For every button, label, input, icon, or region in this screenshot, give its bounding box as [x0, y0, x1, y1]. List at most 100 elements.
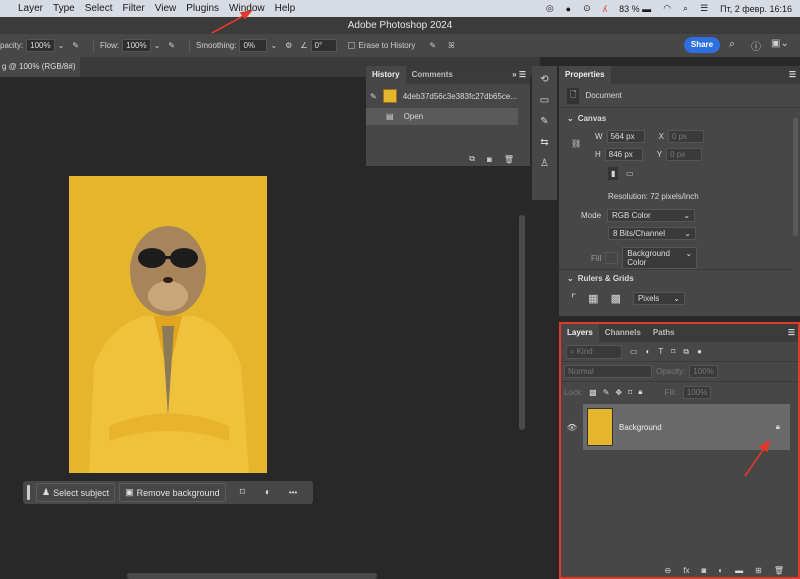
gear-icon[interactable]: ⚙ [285, 41, 292, 50]
filter-toggle[interactable]: ● [697, 347, 702, 356]
horizontal-scrollbar[interactable] [127, 573, 377, 579]
fill-swatch[interactable] [605, 252, 619, 264]
rulers-section-header[interactable]: ⌄ Rulers & Grids [567, 274, 634, 283]
erase-to-history-checkbox[interactable] [347, 42, 355, 49]
menu-type[interactable]: Type [53, 3, 75, 14]
wifi-icon[interactable]: ◠ [663, 3, 671, 14]
menu-help[interactable]: Help [275, 3, 296, 14]
y-field[interactable]: 0 px [666, 148, 703, 161]
comments-panel-icon[interactable]: ▭ [540, 95, 549, 106]
height-field[interactable]: 846 px [604, 148, 643, 161]
adjustment-icon[interactable]: ◐ [265, 487, 271, 498]
canvas-section-header[interactable]: ⌄ Canvas [559, 108, 800, 129]
lock-pixels-icon[interactable]: ✎ [603, 388, 610, 397]
remove-background-button[interactable]: ▣ Remove background [119, 483, 226, 502]
control-center-icon[interactable]: ☰ [700, 3, 708, 14]
canvas-image[interactable] [69, 176, 267, 473]
search-icon[interactable]: ⌕ [683, 3, 688, 14]
width-field[interactable]: 564 px [606, 130, 645, 143]
lock-artboard-icon[interactable]: ⌑ [628, 388, 632, 397]
smart-object-filter-icon[interactable]: ⧉ [683, 347, 689, 357]
bit-depth-select[interactable]: 8 Bits/Channel ⌄ [608, 227, 696, 240]
link-icon[interactable]: ⛓ [571, 139, 581, 148]
opacity-field[interactable]: 100% [26, 39, 55, 52]
layer-lock-icon[interactable]: 🔒︎ [776, 422, 780, 432]
tab-paths[interactable]: Paths [647, 324, 681, 342]
brushes-panel-icon[interactable]: ✎ [540, 116, 548, 127]
angle-field[interactable]: 0° [310, 39, 337, 52]
transform-icon[interactable]: ⌑ [240, 487, 245, 498]
x-field[interactable]: 0 px [667, 130, 704, 143]
new-layer-icon[interactable]: ⊞ [755, 566, 762, 575]
collapse-icon[interactable]: » ☰ [512, 66, 530, 84]
properties-scrollbar[interactable] [793, 118, 798, 236]
flow-field[interactable]: 100% [122, 39, 151, 52]
menu-plugins[interactable]: Plugins [186, 3, 219, 14]
history-item-open[interactable]: ▤ Open [366, 108, 518, 125]
portrait-orientation-button[interactable]: ▮ [608, 167, 619, 180]
blend-mode-select[interactable]: Normal [564, 365, 652, 378]
fx-icon[interactable]: fx [683, 566, 689, 575]
play-icon[interactable]: ⊙ [583, 3, 591, 14]
link-layers-icon[interactable]: ⊖ [665, 566, 672, 575]
menu-view[interactable]: View [155, 3, 177, 14]
shape-filter-icon[interactable]: ⌑ [671, 347, 675, 356]
units-select[interactable]: Pixels ⌄ [632, 292, 685, 305]
menu-filter[interactable]: Filter [123, 3, 145, 14]
adjustment-layer-icon[interactable]: ◐ [718, 566, 723, 575]
new-document-from-state-icon[interactable]: ⧉ [469, 154, 475, 164]
menu-select[interactable]: Select [85, 3, 113, 14]
chevron-down-icon[interactable]: ⌄ [154, 41, 161, 50]
chevron-down-icon[interactable]: ⌄ [270, 41, 277, 50]
telegram-icon[interactable]: ● [566, 4, 571, 14]
tab-channels[interactable]: Channels [599, 324, 647, 342]
menu-window[interactable]: Window [229, 3, 265, 14]
lock-transparent-icon[interactable]: ▩ [589, 388, 597, 397]
smoothing-field[interactable]: 0% [239, 39, 268, 52]
history-snapshot[interactable]: ✎ 4deb37d56c3e383fc27db65ce... [366, 84, 530, 108]
workspace-icon[interactable]: ▣⌄ [771, 38, 789, 49]
lock-position-icon[interactable]: ✥ [615, 388, 622, 397]
layer-opacity-field[interactable]: 100% [689, 365, 718, 378]
document-tab[interactable]: g @ 100% (RGB/8#) [0, 57, 80, 77]
select-subject-button[interactable]: ♟ Select subject [36, 483, 116, 502]
mode-select[interactable]: RGB Color ⌄ [607, 209, 696, 222]
drag-handle[interactable] [27, 485, 30, 500]
pressure-opacity-icon[interactable]: ✎ [72, 41, 79, 50]
app-icon[interactable]: ʎ [603, 4, 608, 14]
ruler-icon[interactable]: ⌜ [571, 292, 576, 305]
layer-row-background[interactable]: 👁︎ Background 🔒︎ [561, 404, 798, 450]
tab-properties[interactable]: Properties [559, 66, 611, 84]
airbrush-icon[interactable]: ✎ [168, 41, 175, 50]
group-folder-icon[interactable]: ▬ [735, 566, 743, 575]
search-icon[interactable]: ⌕ [729, 38, 735, 51]
panel-menu-icon[interactable]: ☰ [789, 66, 800, 84]
creative-cloud-icon[interactable]: ◎ [546, 3, 554, 14]
tab-history[interactable]: History [366, 66, 406, 84]
menu-layer[interactable]: Layer [18, 3, 43, 14]
share-button[interactable]: Share [684, 37, 720, 53]
trash-icon[interactable]: 🗑 [774, 566, 784, 575]
camera-icon[interactable]: ◙ [487, 155, 492, 164]
chevron-down-icon[interactable]: ⌄ [58, 41, 65, 50]
adjustments-panel-icon[interactable]: ⇆ [540, 137, 548, 148]
symmetry-icon[interactable]: ꕤ [448, 41, 455, 51]
visibility-eye-icon[interactable]: 👁︎ [561, 423, 583, 432]
landscape-orientation-button[interactable]: ▭ [626, 169, 634, 178]
kind-filter-select[interactable]: ⌕ Kind [566, 344, 622, 359]
grid-icon[interactable]: ▦ [588, 292, 598, 305]
add-mask-icon[interactable]: ◙ [701, 566, 706, 575]
panel-menu-icon[interactable]: ☰ [788, 324, 798, 342]
pixel-grid-icon[interactable]: ▩ [611, 292, 621, 305]
clone-source-panel-icon[interactable]: ♙ [540, 158, 549, 169]
vertical-scrollbar[interactable] [519, 215, 525, 430]
adjustment-filter-icon[interactable]: ◐ [646, 347, 651, 356]
battery-status[interactable]: 83 % ▬ [619, 4, 651, 14]
tab-layers[interactable]: Layers [561, 324, 599, 342]
pixel-filter-icon[interactable]: ▭ [630, 347, 638, 356]
more-options-button[interactable]: ••• [289, 488, 297, 497]
help-icon[interactable]: ⓘ [751, 38, 761, 53]
lock-all-icon[interactable]: 🔒︎ [638, 387, 642, 397]
history-panel-icon[interactable]: ⟲ [540, 74, 548, 85]
pressure-size-icon[interactable]: ✎ [429, 41, 436, 50]
